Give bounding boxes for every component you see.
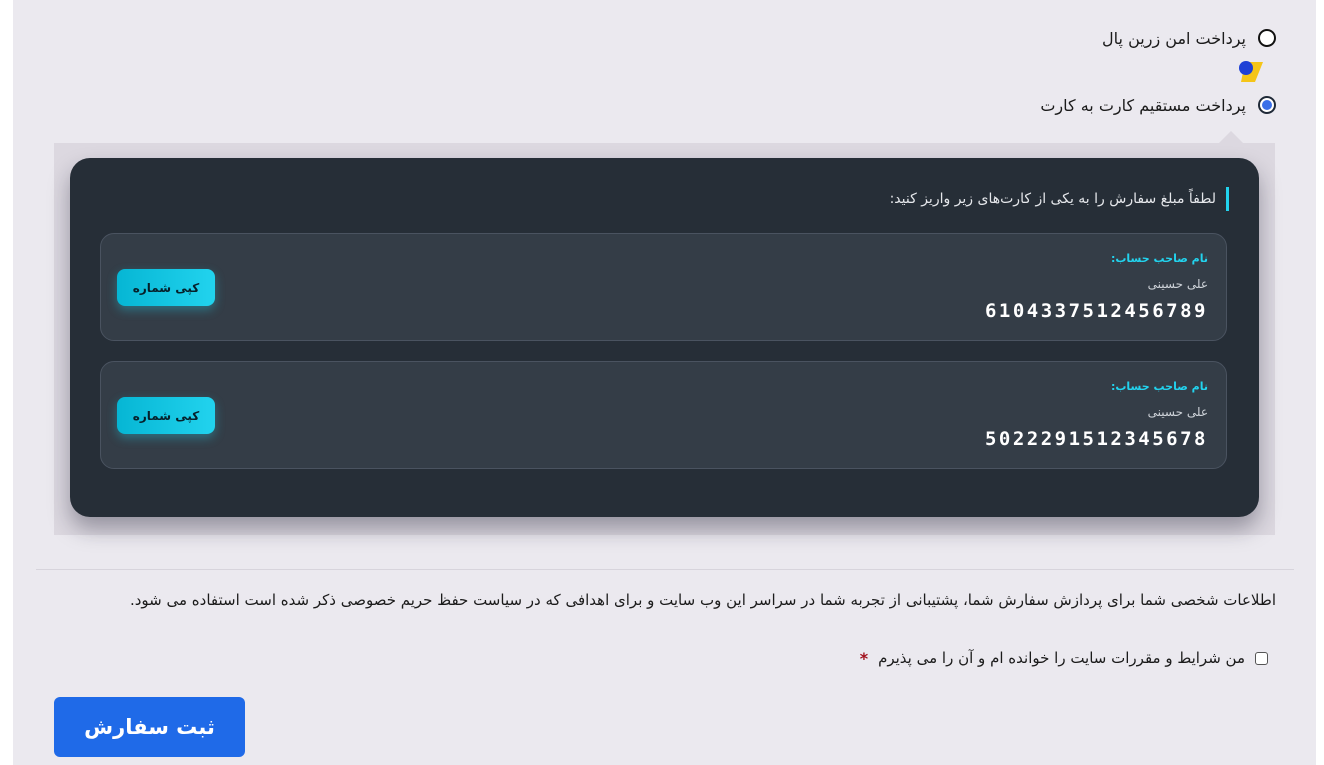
section-divider: [36, 569, 1294, 570]
account-holder-name: علی حسینی: [1147, 277, 1208, 291]
bank-card-item: نام صاحب حساب: علی حسینی 610433751245678…: [100, 233, 1227, 341]
privacy-notice: اطلاعات شخصی شما برای پردازش سفارش شما، …: [129, 591, 1276, 609]
deposit-instruction: لطفاً مبلغ سفارش را به یکی از کارت‌های ز…: [890, 187, 1229, 211]
bank-card-item: نام صاحب حساب: علی حسینی 502229151234567…: [100, 361, 1227, 469]
bank-card-panel: لطفاً مبلغ سفارش را به یکی از کارت‌های ز…: [70, 158, 1259, 517]
terms-agreement[interactable]: من شرایط و مقررات سایت را خوانده ام و آن…: [860, 647, 1268, 669]
card-number: 5022291512345678: [984, 428, 1208, 450]
account-holder-label: نام صاحب حساب:: [1110, 380, 1208, 393]
place-order-button[interactable]: ثبت سفارش: [54, 697, 245, 757]
zarinpal-logo-icon: [1239, 61, 1263, 82]
copy-card-number-button[interactable]: کپی شماره: [117, 269, 215, 306]
zarinpal-radio[interactable]: [1258, 29, 1276, 47]
payment-option-zarinpal[interactable]: پرداخت امن زرین پال: [1102, 24, 1276, 52]
card-to-card-label: پرداخت مستقیم کارت به کارت: [1040, 95, 1246, 115]
card-to-card-details: لطفاً مبلغ سفارش را به یکی از کارت‌های ز…: [54, 131, 1275, 535]
zarinpal-label: پرداخت امن زرین پال: [1102, 28, 1246, 48]
card-to-card-radio[interactable]: [1258, 96, 1276, 114]
checkout-payment-section: پرداخت امن زرین پال پرداخت مستقیم کارت ب…: [13, 0, 1316, 765]
account-holder-name: علی حسینی: [1147, 405, 1208, 419]
copy-card-number-button[interactable]: کپی شماره: [117, 397, 215, 434]
payment-option-card-to-card[interactable]: پرداخت مستقیم کارت به کارت: [1040, 91, 1276, 119]
terms-label: من شرایط و مقررات سایت را خوانده ام و آن…: [878, 649, 1245, 667]
terms-checkbox[interactable]: [1255, 651, 1268, 665]
card-number: 6104337512456789: [984, 300, 1208, 322]
account-holder-label: نام صاحب حساب:: [1110, 252, 1208, 265]
required-mark: *: [859, 648, 869, 668]
